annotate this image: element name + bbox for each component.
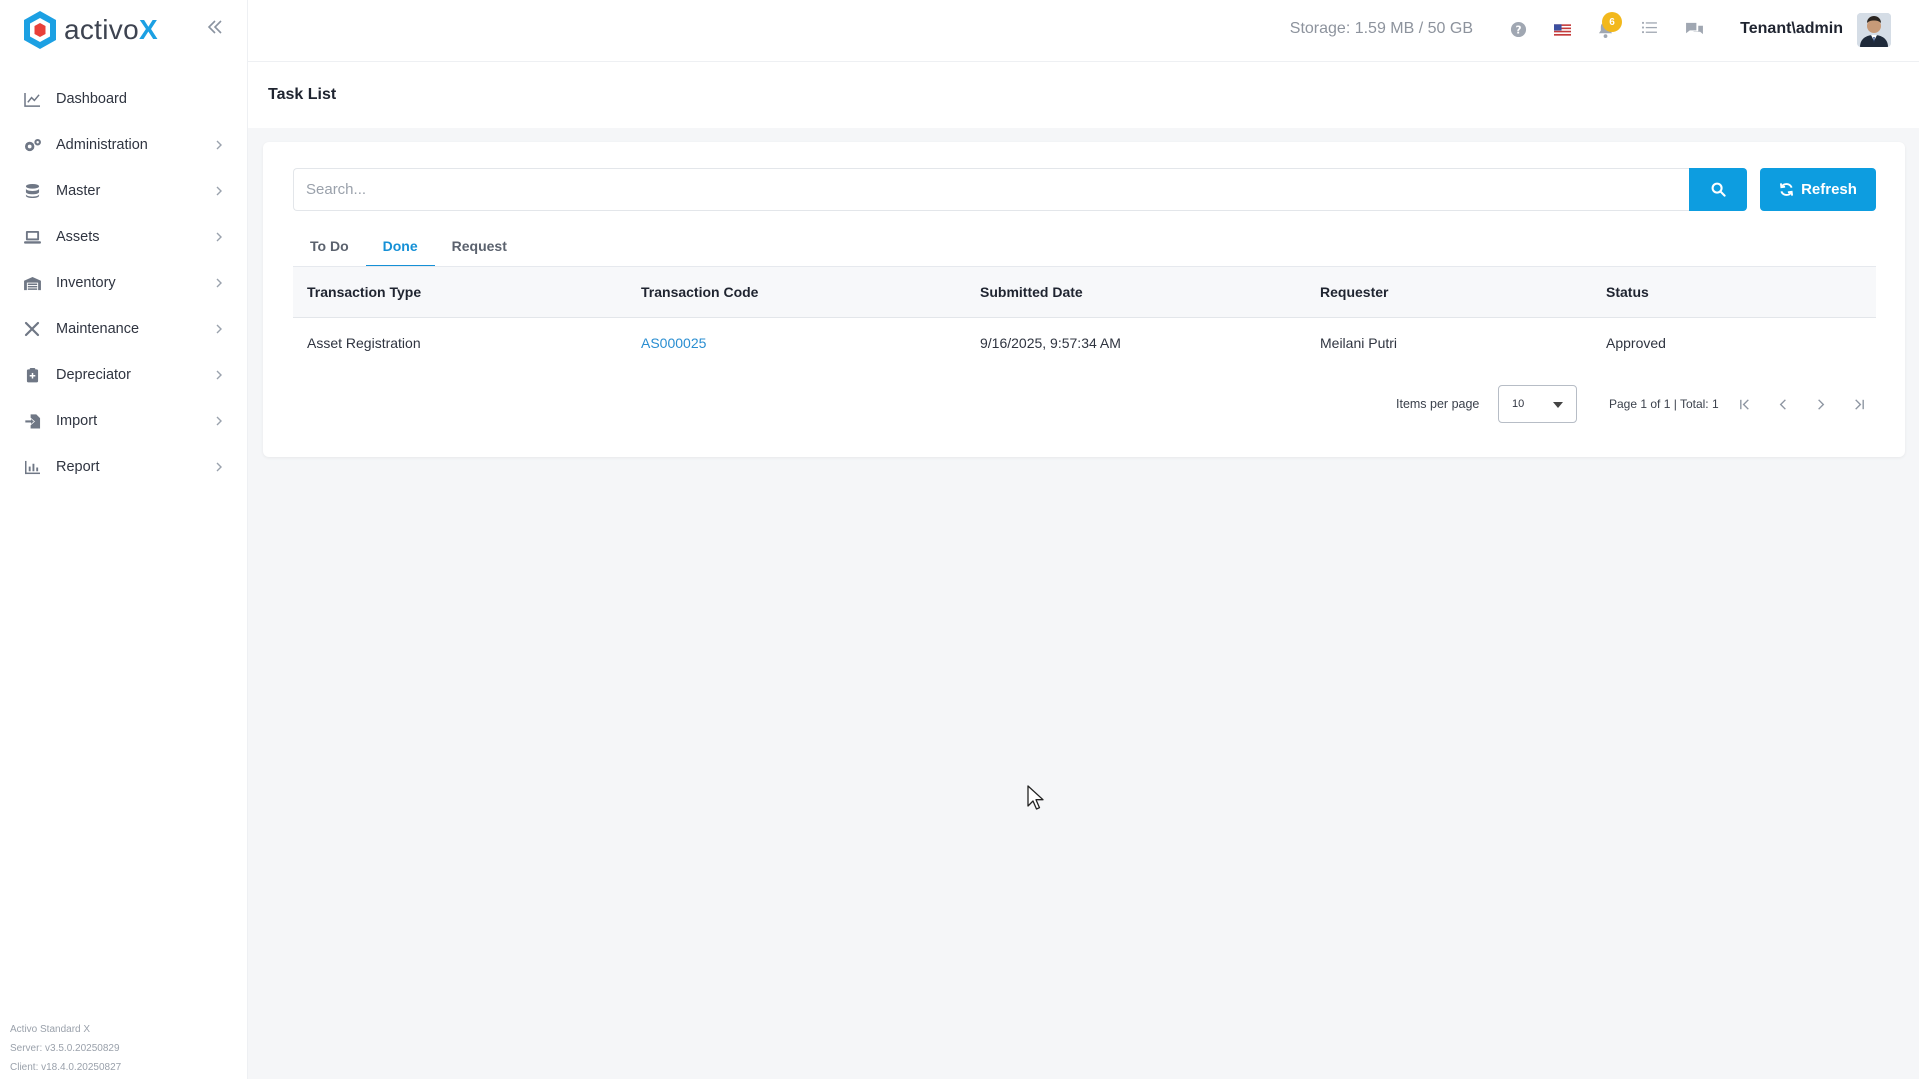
page-title: Task List (268, 86, 337, 103)
items-per-page-value: 10 (1512, 398, 1525, 410)
cell-status: Approved (1606, 335, 1666, 351)
chevron-right-icon (212, 230, 226, 244)
column-header[interactable]: Transaction Type (307, 284, 421, 300)
sidebar-item-label: Dashboard (56, 91, 127, 107)
sidebar-item-label: Depreciator (56, 367, 131, 383)
chat-icon[interactable] (1685, 21, 1703, 39)
pagination: Items per page 10 Page 1 of 1 | Total: 1 (293, 385, 1876, 423)
warehouse-icon (22, 274, 42, 292)
client-version: Client: v18.4.0.20250827 (10, 1062, 122, 1073)
svg-text:?: ? (1515, 24, 1521, 36)
chart-line-icon (22, 90, 42, 108)
file-import-icon (22, 412, 42, 430)
activo-logo-icon (24, 11, 56, 49)
tab-request[interactable]: Request (435, 226, 524, 266)
column-header[interactable]: Requester (1320, 284, 1388, 300)
sidebar-item-maintenance[interactable]: Maintenance (0, 306, 248, 352)
task-tabs: To Do Done Request (293, 226, 524, 267)
sidebar-item-inventory[interactable]: Inventory (0, 260, 248, 306)
user-name[interactable]: Tenant\admin (1740, 20, 1843, 38)
chevron-right-icon (212, 138, 226, 152)
sidebar-item-master[interactable]: Master (0, 168, 248, 214)
sidebar-menu: Dashboard Administration Master Assets I… (0, 76, 248, 490)
chevron-right-icon (212, 322, 226, 336)
mouse-cursor-icon (1027, 785, 1044, 810)
sidebar-item-administration[interactable]: Administration (0, 122, 248, 168)
items-per-page-label: Items per page (1396, 397, 1480, 411)
column-header[interactable]: Submitted Date (980, 284, 1083, 300)
caret-down-icon (1553, 402, 1563, 408)
sidebar-item-label: Report (56, 459, 100, 475)
laptop-icon (22, 228, 42, 246)
sidebar: activoX Dashboard Administration Master … (0, 0, 248, 1079)
clipboard-icon (22, 366, 42, 384)
sidebar-item-label: Inventory (56, 275, 116, 291)
task-list-card: Refresh To Do Done Request Transaction T… (263, 142, 1905, 457)
refresh-button[interactable]: Refresh (1760, 168, 1876, 211)
sidebar-item-label: Master (56, 183, 101, 199)
last-page-icon[interactable] (1847, 393, 1869, 415)
sidebar-item-import[interactable]: Import (0, 398, 248, 444)
cell-transaction-code-link[interactable]: AS000025 (641, 335, 706, 351)
us-flag-icon[interactable] (1554, 21, 1572, 39)
task-list-icon[interactable] (1642, 21, 1660, 39)
sidebar-item-label: Assets (56, 229, 100, 245)
brand-logo[interactable]: activoX (22, 10, 158, 50)
sidebar-item-label: Import (56, 413, 98, 429)
sidebar-item-label: Maintenance (56, 321, 140, 337)
sidebar-item-label: Administration (56, 137, 148, 153)
gears-icon (22, 136, 42, 154)
notification-count-badge: 6 (1602, 12, 1622, 32)
chevron-right-icon (212, 276, 226, 290)
chevron-right-icon (212, 368, 226, 382)
refresh-icon (1780, 183, 1794, 196)
refresh-label: Refresh (1801, 181, 1857, 198)
cell-transaction-type: Asset Registration (307, 335, 421, 351)
sidebar-item-depreciator[interactable]: Depreciator (0, 352, 248, 398)
search-input[interactable] (293, 168, 1689, 211)
help-icon[interactable]: ? (1510, 21, 1528, 39)
user-avatar[interactable] (1857, 13, 1891, 47)
cell-requester: Meilani Putri (1320, 335, 1398, 351)
version-info: Activo Standard X Server: v3.5.0.2025082… (10, 1020, 121, 1077)
cell-submitted-date: 9/16/2025, 9:57:34 AM (980, 335, 1121, 351)
chevron-right-icon (212, 184, 226, 198)
app-root: activoX Dashboard Administration Master … (0, 0, 1919, 1079)
table-row[interactable]: Asset Registration AS000025 9/16/2025, 9… (293, 318, 1876, 368)
sidebar-item-dashboard[interactable]: Dashboard (0, 76, 248, 122)
search-icon (1711, 182, 1726, 197)
tools-icon (22, 320, 42, 338)
sidebar-item-assets[interactable]: Assets (0, 214, 248, 260)
column-header[interactable]: Transaction Code (641, 284, 758, 300)
brand-name: activoX (64, 14, 158, 45)
product-name: Activo Standard X (10, 1024, 91, 1035)
collapse-sidebar-icon[interactable] (204, 16, 226, 38)
chevron-right-icon (212, 414, 226, 428)
database-icon (22, 182, 42, 200)
table-header: Transaction Type Transaction Code Submit… (293, 267, 1876, 318)
tab-to-do[interactable]: To Do (293, 226, 366, 266)
next-page-icon[interactable] (1809, 393, 1831, 415)
top-header: Storage: 1.59 MB / 50 GB ? 6 Tenant\admi… (248, 0, 1919, 62)
sidebar-item-report[interactable]: Report (0, 444, 248, 490)
page-info: Page 1 of 1 | Total: 1 (1609, 397, 1719, 411)
server-version: Server: v3.5.0.20250829 (10, 1043, 120, 1054)
first-page-icon[interactable] (1734, 393, 1756, 415)
items-per-page-select[interactable]: 10 (1498, 385, 1577, 423)
storage-usage: Storage: 1.59 MB / 50 GB (1289, 20, 1473, 37)
chart-bar-icon (22, 458, 42, 476)
search-button[interactable] (1689, 168, 1747, 211)
page-header: Task List (248, 62, 1919, 128)
chevron-right-icon (212, 460, 226, 474)
tab-done[interactable]: Done (365, 226, 435, 267)
column-header[interactable]: Status (1606, 284, 1649, 300)
previous-page-icon[interactable] (1772, 393, 1794, 415)
